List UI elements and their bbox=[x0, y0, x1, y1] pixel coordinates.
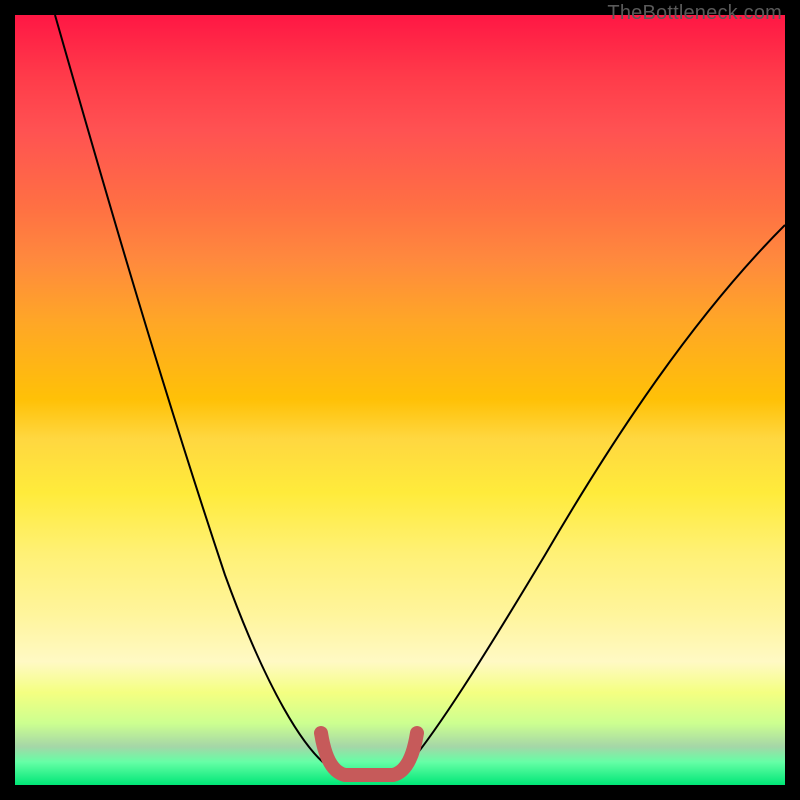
chart-svg bbox=[15, 15, 785, 785]
plot-area bbox=[15, 15, 785, 785]
highlight-band bbox=[321, 733, 417, 775]
bottleneck-curve-left bbox=[55, 15, 335, 771]
watermark-text: TheBottleneck.com bbox=[607, 2, 782, 25]
bottleneck-curve-right bbox=[403, 225, 785, 771]
